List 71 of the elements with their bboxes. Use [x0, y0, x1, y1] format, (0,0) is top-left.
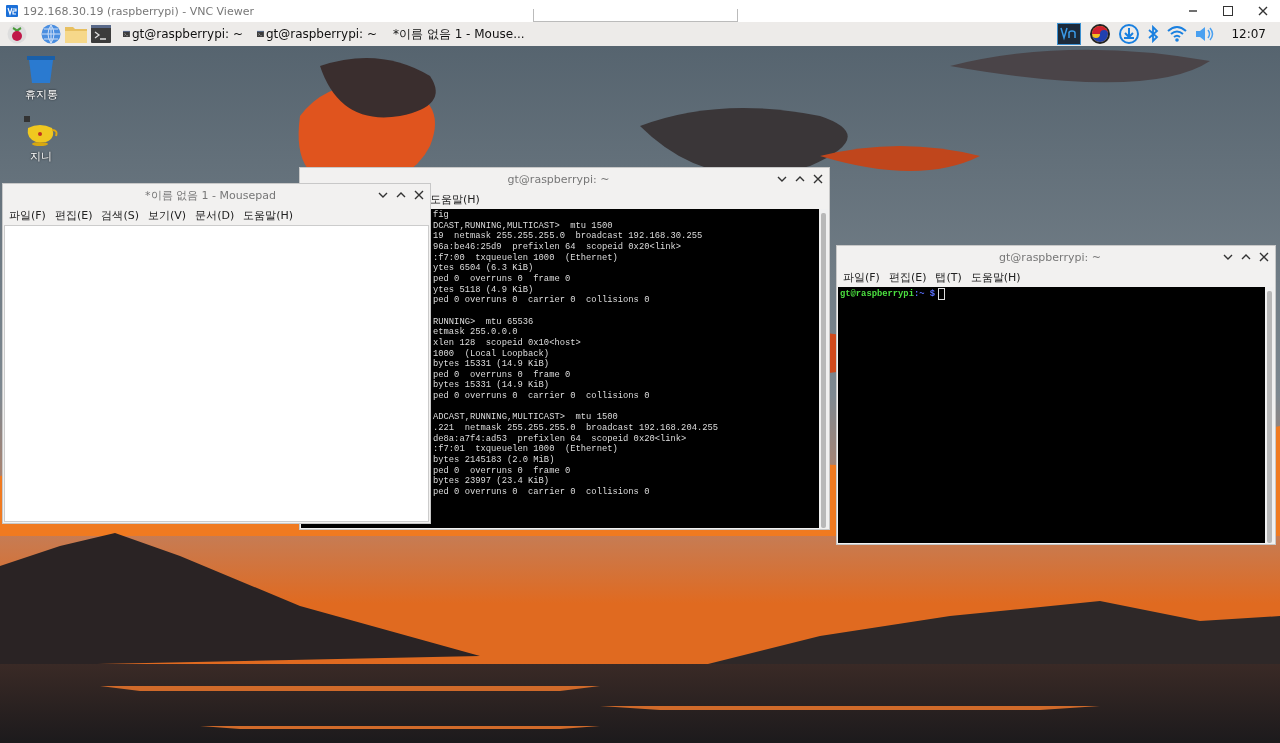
- output-line: bytes 2145183 (2.0 MiB): [433, 455, 555, 466]
- output-line: etmask 255.0.0.0: [433, 327, 518, 338]
- window-title: gt@raspberrypi: ~: [998, 250, 1102, 264]
- minimize-icon[interactable]: [777, 174, 787, 184]
- output-line: :f7:00 txqueuelen 1000 (Ethernet): [433, 252, 618, 263]
- output-line: bytes 23997 (23.4 KiB): [433, 476, 550, 487]
- icon-label[interactable]: 휴지통: [24, 87, 58, 102]
- menu-item[interactable]: 파일(F): [843, 269, 880, 285]
- output-line: DCAST,RUNNING,MULTICAST> mtu 1500: [433, 220, 613, 231]
- output-line: fig: [433, 210, 449, 221]
- bluetooth-icon[interactable]: [1147, 25, 1160, 43]
- output-line: ADCAST,RUNNING,MULTICAST> mtu 1500: [433, 412, 618, 423]
- output-line: ped 0 overruns 0 frame 0: [433, 369, 571, 380]
- genie-lamp-icon[interactable]: [24, 116, 58, 146]
- output-line: ped 0 overruns 0 carrier 0 collisions 0: [433, 391, 650, 402]
- maximize-icon[interactable]: [795, 174, 805, 184]
- taeguk-icon[interactable]: [1089, 23, 1112, 45]
- output-line: ytes 5118 (4.9 KiB): [433, 284, 534, 295]
- window-title: *이름 없음 1 - Mousepad: [144, 187, 277, 203]
- close-icon[interactable]: [1257, 6, 1268, 16]
- taskbar-button[interactable]: *이름 없음 1 - Mouse...: [387, 22, 527, 46]
- menu-item[interactable]: 문서(D): [195, 207, 235, 223]
- close-icon[interactable]: [1259, 252, 1269, 262]
- clock[interactable]: 12:07: [1231, 27, 1266, 41]
- menu-item[interactable]: 도움말(H): [970, 269, 1021, 285]
- output-line: :f7:01 txqueuelen 1000 (Ethernet): [433, 444, 618, 455]
- menu-item[interactable]: 도움말(H): [430, 191, 480, 207]
- menu-item[interactable]: 탭(T): [935, 269, 962, 285]
- window-title: 192.168.30.19 (raspberrypi) - VNC Viewer: [23, 4, 254, 18]
- output-line: RUNNING> mtu 65536: [433, 316, 534, 327]
- minimize-icon[interactable]: [1223, 252, 1233, 262]
- app-logo-icon: [6, 5, 18, 17]
- taskbar-button[interactable]: gt@raspberrypi: ~: [253, 22, 381, 46]
- wifi-icon[interactable]: [1167, 25, 1188, 43]
- output-line: ytes 6504 (6.3 KiB): [433, 263, 534, 274]
- maximize-icon[interactable]: [1222, 6, 1233, 16]
- output-line: xlen 128 scopeid 0x10<host>: [433, 337, 581, 349]
- raspberry-icon[interactable]: [7, 24, 27, 44]
- download-icon[interactable]: [1119, 24, 1140, 44]
- output-line: 96a:be46:25d9 prefixlen 64 scopeid 0x20<link>: [433, 241, 682, 253]
- menu-item[interactable]: 도움말(H): [243, 207, 294, 223]
- menu-item[interactable]: 편집(E): [54, 207, 93, 223]
- window-title: gt@raspberrypi: ~: [506, 172, 611, 186]
- close-icon[interactable]: [813, 174, 823, 184]
- menu-item[interactable]: 파일(F): [9, 207, 46, 223]
- maximize-icon[interactable]: [396, 190, 406, 200]
- cursor: [938, 288, 946, 300]
- icon-label[interactable]: 지니: [30, 149, 52, 164]
- terminal-icon[interactable]: [91, 25, 111, 43]
- scrollbar[interactable]: [1267, 291, 1272, 543]
- prompt-line: gt@raspberrypi:~ $: [840, 288, 946, 300]
- close-icon[interactable]: [414, 190, 424, 200]
- menu-item[interactable]: 보기(V): [148, 207, 187, 223]
- output-line: ped 0 overruns 0 frame 0: [433, 273, 571, 285]
- output-line: bytes 15331 (14.9 KiB): [433, 359, 550, 370]
- scrollbar[interactable]: [821, 213, 826, 528]
- output-line: bytes 15331 (14.9 KiB): [433, 380, 550, 391]
- output-line: ped 0 overruns 0 carrier 0 collisions 0: [433, 487, 650, 498]
- menu-item[interactable]: 편집(E): [888, 269, 927, 285]
- output-line: 1000 (Local Loopback): [433, 348, 550, 359]
- globe-icon[interactable]: [41, 24, 61, 44]
- output-line: .221 netmask 255.255.255.0 broadcast 192.168.204.255: [433, 423, 719, 434]
- output-line: de8a:a7f4:ad53 prefixlen 64 scopeid 0x20<link>: [433, 433, 687, 444]
- menu-item[interactable]: 검색(S): [101, 207, 140, 223]
- maximize-icon[interactable]: [1241, 252, 1251, 262]
- taskbar-button[interactable]: gt@raspberrypi: ~: [119, 22, 247, 46]
- terminal-area[interactable]: gt@raspberrypi:~ $: [838, 287, 1265, 543]
- output-line: ped 0 overruns 0 carrier 0 collisions 0: [433, 295, 650, 306]
- output-line: 19 netmask 255.255.255.0 broadcast 192.168.30.255: [433, 231, 703, 242]
- output-line: ped 0 overruns 0 frame 0: [433, 465, 571, 476]
- minimize-icon[interactable]: [378, 190, 388, 200]
